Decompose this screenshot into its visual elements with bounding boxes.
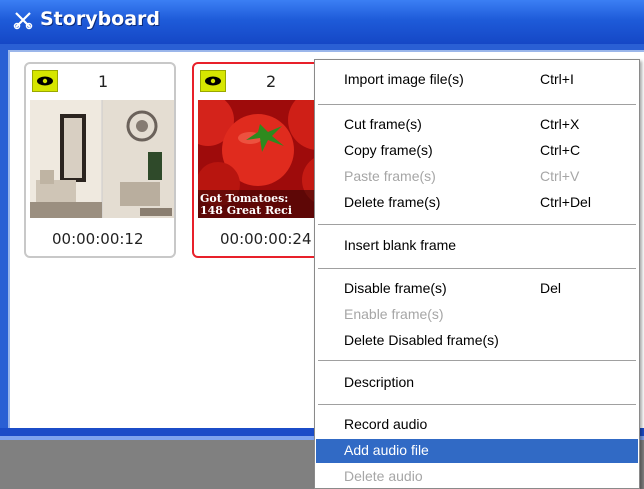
menu-item-shortcut: Ctrl+Del [540,194,591,210]
menu-item-label: Add audio file [344,442,429,458]
menu-item-label: Insert blank frame [344,237,457,253]
menu-item-label: Delete frame(s) [344,194,441,210]
menu-item-shortcut: Ctrl+X [540,116,580,132]
menu-item-disable-frame[interactable]: Disable frame(s) Del [316,277,638,301]
menu-item-insert-blank-frame[interactable]: Insert blank frame [316,234,638,258]
visibility-toggle-1[interactable] [32,70,58,92]
menu-separator [318,104,636,106]
frame-thumbnail-1 [30,100,174,218]
menu-separator [318,404,636,406]
menu-item-delete-disabled-frames[interactable]: Delete Disabled frame(s) [316,329,638,353]
visibility-toggle-2[interactable] [200,70,226,92]
menu-item-shortcut: Del [540,280,562,296]
menu-item-shortcut: Ctrl+I [540,71,574,87]
menu-item-enable-frame: Enable frame(s) [316,303,638,327]
eye-icon [205,76,221,86]
menu-item-label: Delete audio [344,468,423,484]
thumbnail-caption-line-2: 148 Great Reci [200,204,293,217]
menu-item-label: Cut frame(s) [344,116,422,132]
menu-item-label: Copy frame(s) [344,142,433,158]
title-bar[interactable]: Storyboard [0,0,644,44]
menu-item-record-audio[interactable]: Record audio [316,413,638,437]
eye-icon [37,76,53,86]
menu-item-cut-frame[interactable]: Cut frame(s) Ctrl+X [316,113,638,137]
window-title: Storyboard [40,8,161,30]
menu-item-label: Disable frame(s) [344,280,447,296]
frame-number: 2 [266,72,277,91]
menu-item-label: Enable frame(s) [344,306,444,322]
menu-item-copy-frame[interactable]: Copy frame(s) Ctrl+C [316,139,638,163]
menu-separator [318,268,636,270]
menu-item-label: Delete Disabled frame(s) [344,332,499,348]
frame-context-menu: Import image file(s) Ctrl+I Cut frame(s)… [314,59,640,489]
menu-item-label: Paste frame(s) [344,168,436,184]
menu-item-add-audio-file[interactable]: Add audio file [316,439,638,463]
menu-item-shortcut: Ctrl+V [540,168,580,184]
menu-item-label: Import image file(s) [344,71,464,87]
frame-timecode: 00:00:00:12 [52,230,144,248]
menu-item-description[interactable]: Description [316,371,638,395]
menu-item-delete-audio: Delete audio [316,465,638,489]
frame-card-1[interactable]: 1 00:00:00:12 [24,62,176,258]
menu-item-delete-frame[interactable]: Delete frame(s) Ctrl+Del [316,191,638,215]
frame-number: 1 [98,72,109,91]
menu-item-paste-frame: Paste frame(s) Ctrl+V [316,165,638,189]
scissors-x-icon [13,12,33,30]
menu-item-shortcut: Ctrl+C [540,142,581,158]
menu-item-import-image[interactable]: Import image file(s) Ctrl+I [316,68,638,92]
menu-separator [318,360,636,362]
menu-separator [318,224,636,226]
menu-item-label: Description [344,374,415,390]
menu-item-label: Record audio [344,416,428,432]
